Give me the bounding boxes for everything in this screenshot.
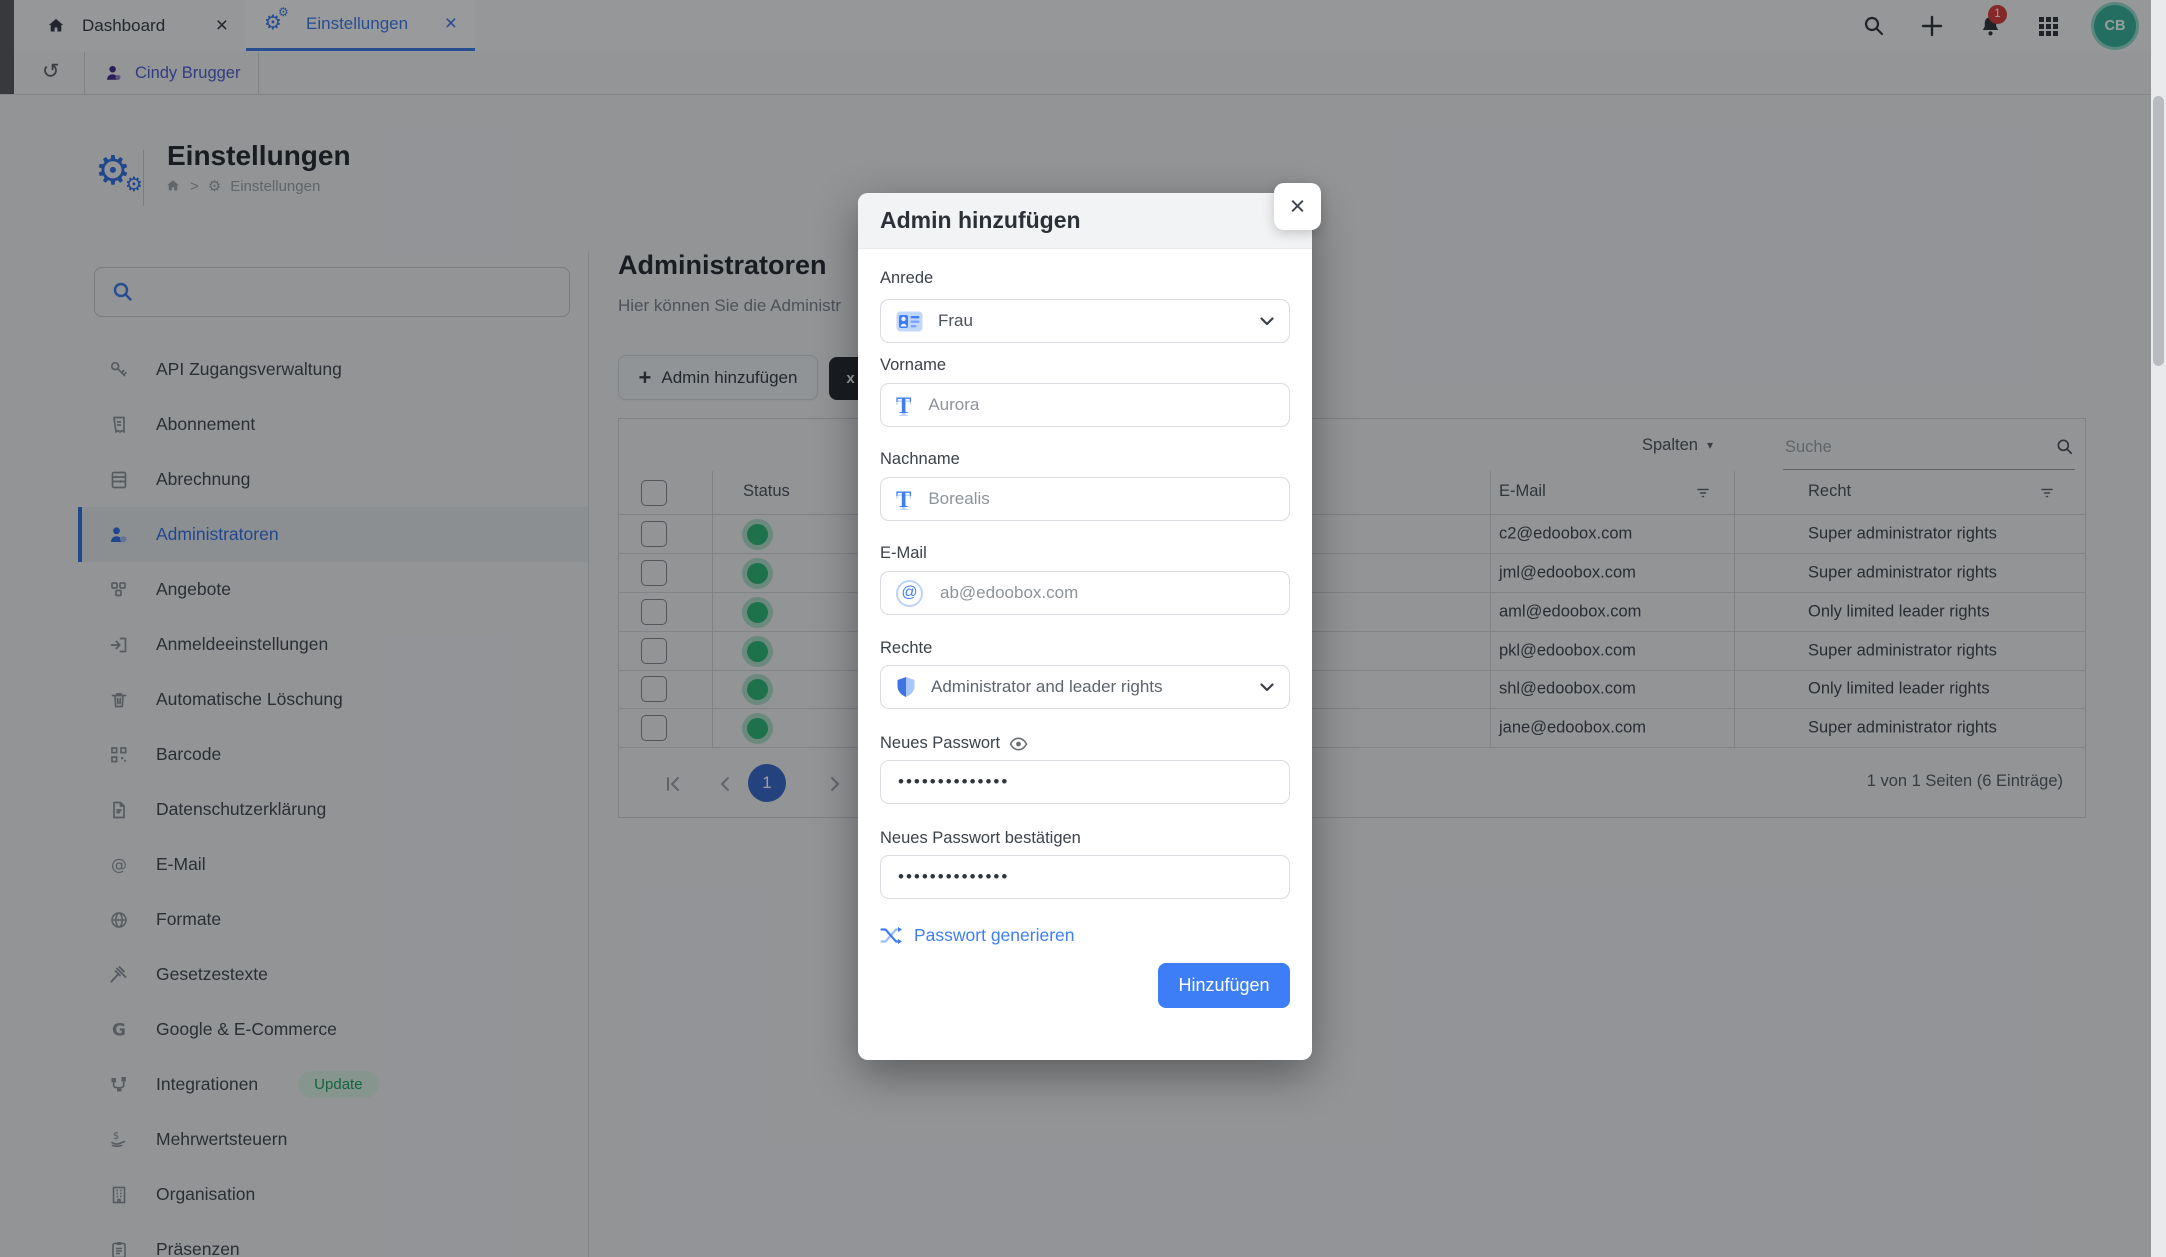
generate-password-label: Passwort generieren	[914, 925, 1075, 946]
chevron-down-icon	[1260, 683, 1274, 692]
password-label: Neues Passwort	[880, 734, 1000, 753]
shield-icon	[896, 676, 916, 699]
modal-body: Anrede Frau Vorname T Nachname T E-Mail …	[858, 269, 1312, 1008]
password-confirm-field[interactable]	[880, 855, 1290, 899]
shuffle-icon	[880, 926, 903, 945]
password-confirm-input[interactable]	[896, 866, 1274, 888]
password-confirm-label: Neues Passwort bestätigen	[880, 829, 1290, 848]
rechte-value: Administrator and leader rights	[931, 677, 1163, 697]
close-icon: ×	[1290, 191, 1306, 222]
anrede-select[interactable]: Frau	[880, 299, 1290, 343]
password-input[interactable]	[896, 771, 1274, 793]
at-icon: @	[896, 580, 923, 607]
app-root: Dashboard × ⚙⚙ Einstellungen × 1 CB ↺ Ci…	[0, 0, 2166, 1257]
rechte-label: Rechte	[880, 639, 1290, 658]
generate-password-link[interactable]: Passwort generieren	[880, 925, 1290, 946]
modal-footer: Hinzufügen	[880, 963, 1290, 1008]
email-input[interactable]	[938, 582, 1274, 604]
anrede-value: Frau	[938, 311, 973, 331]
vorname-label: Vorname	[880, 356, 1290, 375]
nachname-input[interactable]	[926, 488, 1274, 510]
submit-button[interactable]: Hinzufügen	[1158, 963, 1290, 1008]
modal-title: Admin hinzufügen	[880, 207, 1081, 234]
chevron-down-icon	[1260, 317, 1274, 326]
rechte-select[interactable]: Administrator and leader rights	[880, 665, 1290, 709]
email-field[interactable]: @	[880, 571, 1290, 615]
text-input-icon: T	[896, 394, 911, 417]
nachname-label: Nachname	[880, 450, 1290, 469]
modal-close-button[interactable]: ×	[1274, 183, 1321, 230]
scrollbar-thumb[interactable]	[2153, 96, 2164, 366]
eye-icon[interactable]	[1009, 737, 1028, 751]
id-card-icon	[896, 311, 923, 332]
add-admin-modal: Admin hinzufügen × Anrede Frau Vorname T…	[858, 193, 1312, 1060]
email-label: E-Mail	[880, 544, 1290, 563]
anrede-label: Anrede	[880, 269, 1290, 288]
password-label-row: Neues Passwort	[880, 734, 1290, 753]
vorname-field[interactable]: T	[880, 383, 1290, 427]
text-input-icon: T	[896, 488, 911, 511]
nachname-field[interactable]: T	[880, 477, 1290, 521]
modal-header: Admin hinzufügen	[858, 193, 1312, 249]
page-scrollbar[interactable]	[2151, 0, 2166, 1257]
password-field[interactable]	[880, 760, 1290, 804]
vorname-input[interactable]	[926, 394, 1274, 416]
